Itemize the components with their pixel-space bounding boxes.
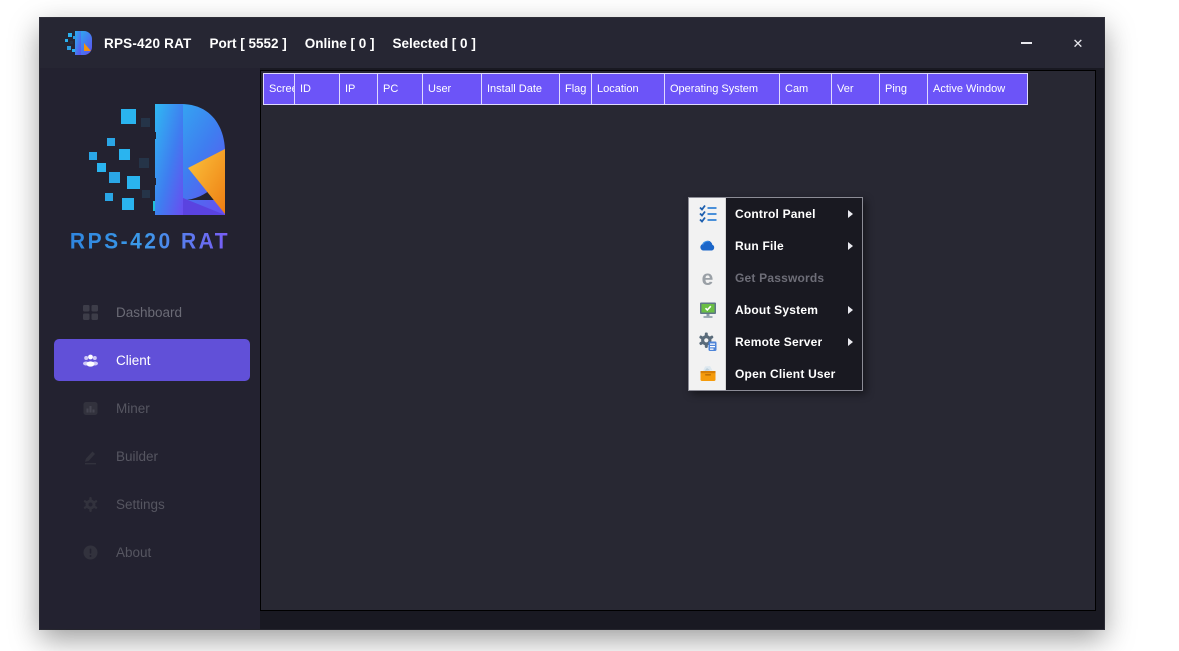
- menu-item-label: Open Client User: [735, 367, 836, 381]
- sidebar-item-label: Settings: [116, 497, 165, 512]
- menu-item-label: Control Panel: [735, 207, 816, 221]
- column-header-user[interactable]: User: [423, 73, 482, 105]
- column-header-install-date[interactable]: Install Date: [482, 73, 560, 105]
- menu-item-remote-server[interactable]: Remote Server: [689, 326, 862, 358]
- menu-item-label: About System: [735, 303, 818, 317]
- checklist-icon: [689, 204, 726, 224]
- dashboard-grid-icon: [82, 304, 99, 321]
- column-header-active-window[interactable]: Active Window: [928, 73, 1028, 105]
- miner-chart-icon: [82, 400, 99, 417]
- sidebar-item-label: Client: [116, 353, 151, 368]
- column-header-location[interactable]: Location: [592, 73, 665, 105]
- online-status: Online [ 0 ]: [305, 36, 375, 51]
- settings-gear-icon: [82, 496, 99, 513]
- sidebar: RPS-420 RAT Dashboard: [40, 68, 260, 629]
- sidebar-item-label: Miner: [116, 401, 150, 416]
- client-table-header: Scree ID IP PC User Install Date Flag Lo…: [263, 73, 1095, 105]
- submenu-arrow-icon: [848, 338, 853, 346]
- menu-item-label: Get Passwords: [735, 271, 824, 285]
- column-header-ping[interactable]: Ping: [880, 73, 928, 105]
- menu-item-label: Remote Server: [735, 335, 822, 349]
- menu-item-control-panel[interactable]: Control Panel: [689, 198, 862, 230]
- window-controls: ✕: [1000, 18, 1104, 68]
- selected-status: Selected [ 0 ]: [393, 36, 476, 51]
- clients-people-icon: [82, 352, 99, 369]
- menu-item-label: Run File: [735, 239, 784, 253]
- column-header-ip[interactable]: IP: [340, 73, 378, 105]
- submenu-arrow-icon: [848, 210, 853, 218]
- edge-browser-icon: e: [689, 268, 726, 289]
- client-list-panel: Scree ID IP PC User Install Date Flag Lo…: [260, 70, 1096, 611]
- sidebar-item-label: About: [116, 545, 151, 560]
- app-window: RPS-420 RAT Port [ 5552 ] Online [ 0 ] S…: [40, 18, 1104, 629]
- sidebar-item-label: Dashboard: [116, 305, 182, 320]
- sidebar-item-about[interactable]: About: [40, 528, 260, 576]
- menu-item-open-client-user[interactable]: Open Client User: [689, 358, 862, 390]
- logo-wordmark: RPS-420 RAT: [70, 229, 230, 254]
- menu-item-get-passwords[interactable]: e Get Passwords: [689, 262, 862, 294]
- gear-sync-icon: [689, 332, 726, 352]
- close-button[interactable]: ✕: [1052, 18, 1104, 68]
- minimize-button[interactable]: [1000, 18, 1052, 68]
- column-header-cam[interactable]: Cam: [780, 73, 832, 105]
- column-header-ver[interactable]: Ver: [832, 73, 880, 105]
- column-header-pc[interactable]: PC: [378, 73, 423, 105]
- minimize-icon: [1021, 42, 1032, 44]
- app-logo-icon: [62, 29, 94, 57]
- column-header-id[interactable]: ID: [295, 73, 340, 105]
- app-title: RPS-420 RAT: [104, 36, 191, 51]
- main-area: Scree ID IP PC User Install Date Flag Lo…: [260, 68, 1104, 629]
- sidebar-item-builder[interactable]: Builder: [40, 432, 260, 480]
- cloud-icon: [689, 236, 726, 256]
- logo-block: RPS-420 RAT: [40, 68, 260, 254]
- app-logo-large: [69, 102, 231, 220]
- open-box-icon: [689, 364, 726, 384]
- context-menu: Control Panel Run File e: [688, 197, 863, 391]
- sidebar-item-dashboard[interactable]: Dashboard: [40, 288, 260, 336]
- sidebar-item-settings[interactable]: Settings: [40, 480, 260, 528]
- column-header-screen[interactable]: Scree: [263, 73, 295, 105]
- port-status: Port [ 5552 ]: [209, 36, 286, 51]
- sidebar-item-label: Builder: [116, 449, 158, 464]
- sidebar-nav: Dashboard Client: [40, 288, 260, 576]
- sidebar-item-client[interactable]: Client: [54, 339, 250, 381]
- column-header-operating-system[interactable]: Operating System: [665, 73, 780, 105]
- sidebar-item-miner[interactable]: Miner: [40, 384, 260, 432]
- about-info-icon: [82, 544, 99, 561]
- submenu-arrow-icon: [848, 306, 853, 314]
- menu-item-run-file[interactable]: Run File: [689, 230, 862, 262]
- close-icon: ✕: [1073, 37, 1084, 50]
- monitor-check-icon: [689, 300, 726, 320]
- menu-item-about-system[interactable]: About System: [689, 294, 862, 326]
- submenu-arrow-icon: [848, 242, 853, 250]
- column-header-flag[interactable]: Flag: [560, 73, 592, 105]
- builder-pencil-icon: [82, 448, 99, 465]
- titlebar: RPS-420 RAT Port [ 5552 ] Online [ 0 ] S…: [40, 18, 1104, 68]
